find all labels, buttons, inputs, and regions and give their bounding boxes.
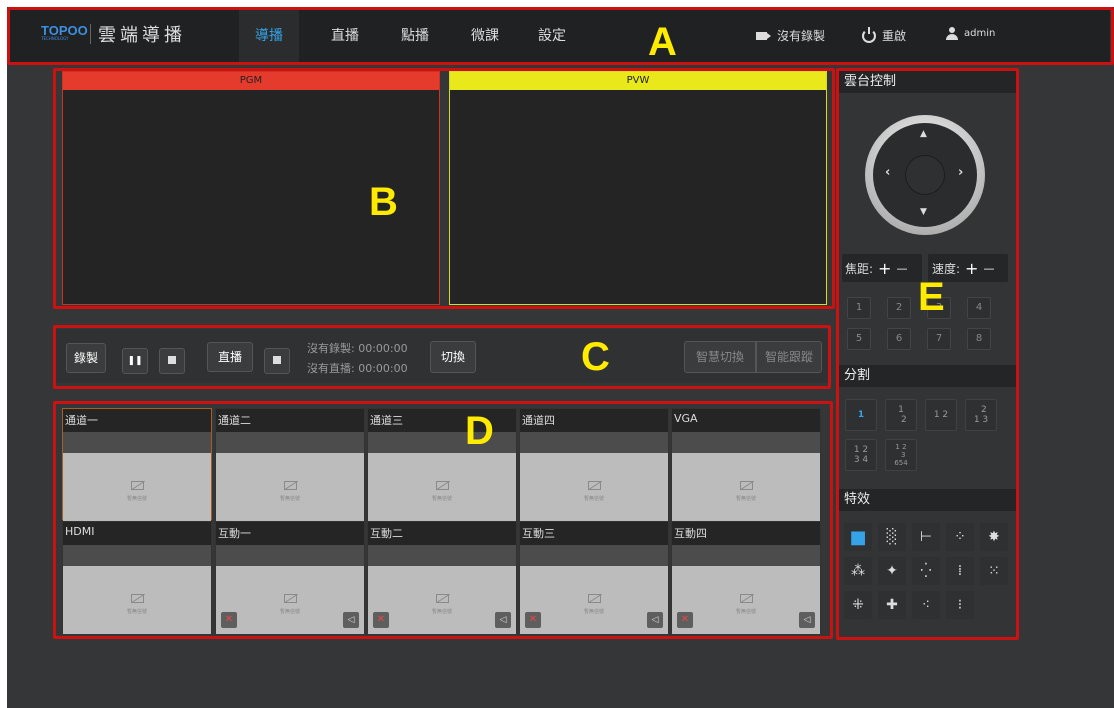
zone-e-label: E xyxy=(918,275,945,319)
zone-a-outline xyxy=(7,7,1114,65)
zone-b-outline xyxy=(53,68,835,309)
app-window: TOPOO TECHNOLOGY 雲端導播 導播 直播 點播 微課 設定 沒有錄… xyxy=(7,7,1114,708)
zone-b-label: B xyxy=(369,180,398,224)
zone-e-outline xyxy=(836,68,1019,640)
zone-d-label: D xyxy=(465,409,494,453)
zone-a-label: A xyxy=(648,20,677,64)
zone-c-label: C xyxy=(581,335,610,379)
zone-d-outline xyxy=(53,401,833,639)
zone-c-outline xyxy=(53,325,831,389)
